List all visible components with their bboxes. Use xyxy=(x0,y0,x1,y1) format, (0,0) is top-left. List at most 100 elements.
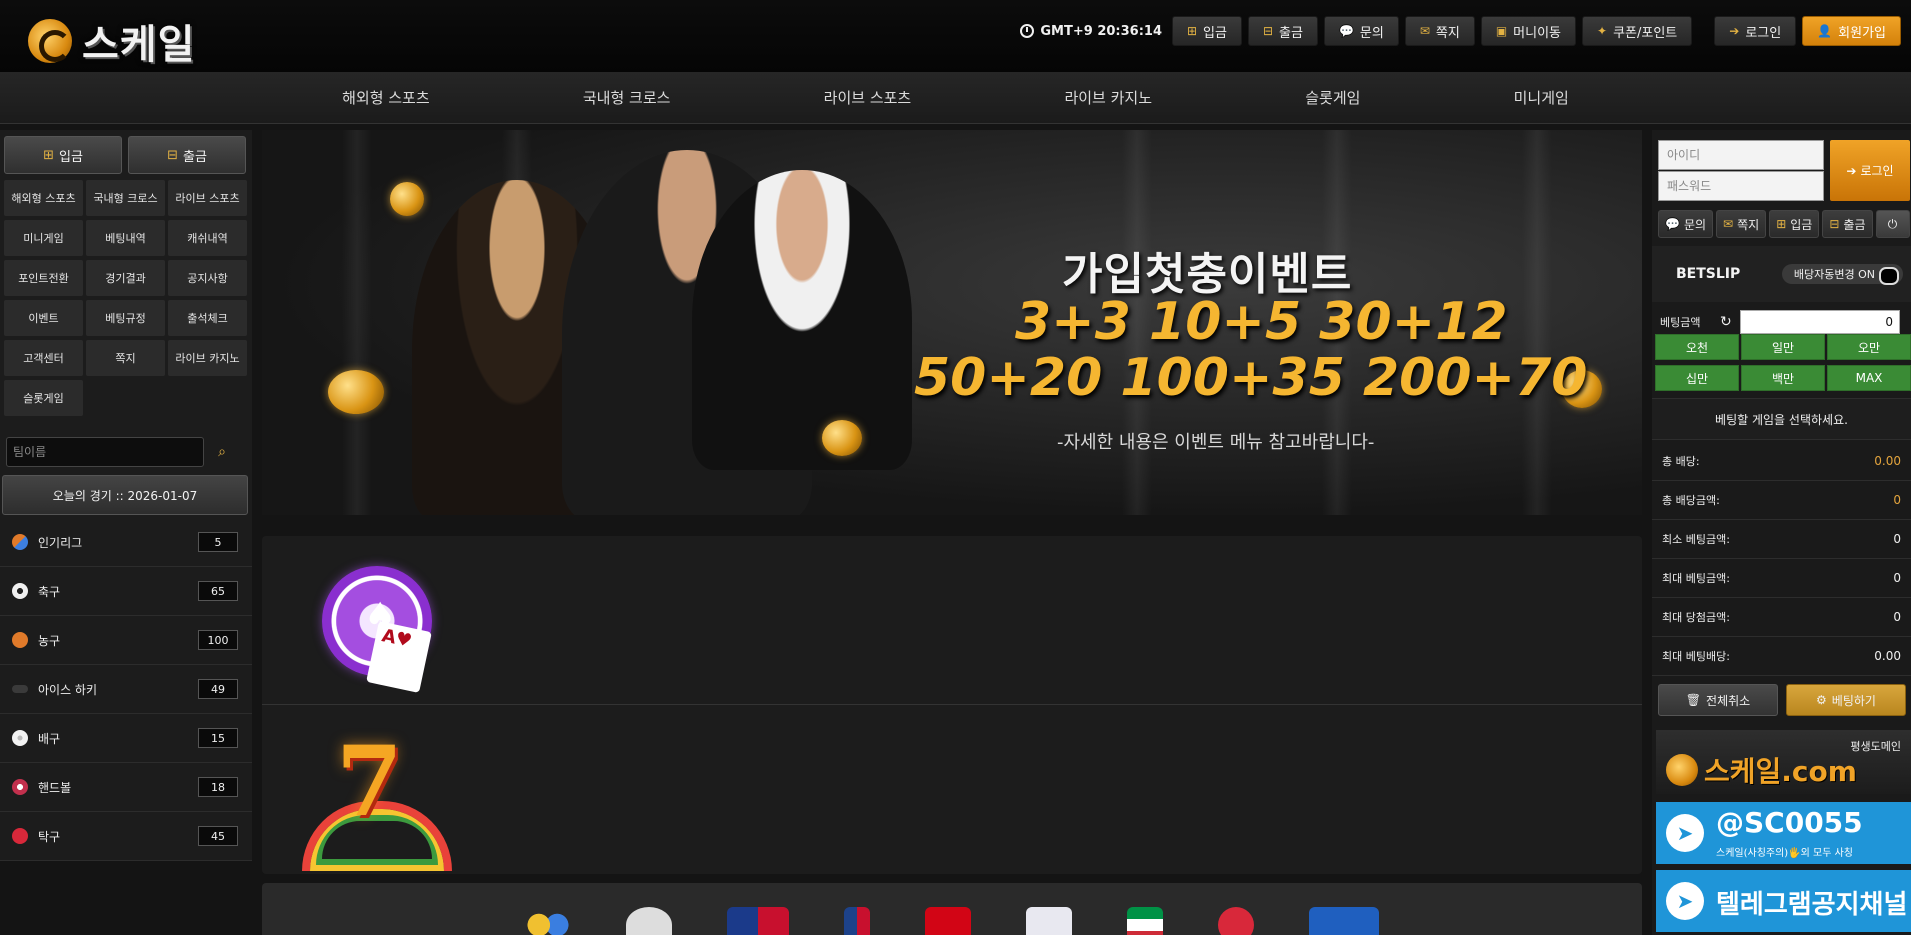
chat-icon: 💬 xyxy=(1338,24,1354,38)
nav-slot-game[interactable]: 슬롯게임 xyxy=(1285,87,1380,108)
league-item[interactable]: 아이스 하키 49 xyxy=(0,665,252,714)
league-count: 5 xyxy=(198,532,238,552)
withdraw-button[interactable]: ⊟ 출금 xyxy=(1822,210,1873,238)
header-login-button[interactable]: ➔ 로그인 xyxy=(1714,16,1797,46)
minus-square-icon: ⊟ xyxy=(1262,24,1274,38)
header-join-button[interactable]: 👤 회원가입 xyxy=(1802,16,1901,46)
header-withdraw-button[interactable]: ⊟ 출금 xyxy=(1247,16,1318,46)
sidebar-menu-item[interactable]: 국내형 크로스 xyxy=(86,180,165,216)
telegram-contact-banner[interactable]: ➤ @SC0055 스케일(사칭주의)🖐외 모두 사칭 xyxy=(1656,802,1911,864)
site-logo[interactable]: 스케일 xyxy=(28,12,195,70)
today-games-header[interactable]: 오늘의 경기 :: 2026-01-07 xyxy=(2,475,248,515)
search-icon[interactable]: ⌕ xyxy=(204,437,240,467)
sidebar-deposit-button[interactable]: ⊞ 입금 xyxy=(4,136,122,174)
soccer-ball-icon xyxy=(12,583,28,599)
game-category-panel: ♠ A♥ 7 xyxy=(262,536,1642,874)
event-banner[interactable]: 가입첫충이벤트 3+3 10+5 30+12 50+20 100+35 200+… xyxy=(262,130,1642,515)
telegram-channel-text: 텔레그램공지채널 xyxy=(1716,890,1908,920)
header-coupon-point-button[interactable]: ✦ 쿠폰/포인트 xyxy=(1582,16,1693,46)
inquiry-button[interactable]: 💬 문의 xyxy=(1658,210,1714,238)
league-item[interactable]: 인기리그 5 xyxy=(0,518,252,567)
auto-odds-toggle[interactable]: 배당자동변경 ON xyxy=(1781,264,1903,285)
league-item[interactable]: 축구 65 xyxy=(0,567,252,616)
header-message-button[interactable]: ✉ 쪽지 xyxy=(1404,16,1475,46)
refresh-icon[interactable]: ↻ xyxy=(1720,314,1740,330)
place-bet-button[interactable]: ⚙ 베팅하기 xyxy=(1786,684,1906,716)
league-count: 18 xyxy=(198,777,238,797)
sidebar-menu-item[interactable]: 공지사항 xyxy=(168,260,247,296)
hockey-puck-icon xyxy=(12,685,28,693)
soccer-balls-logo-icon[interactable] xyxy=(525,907,571,935)
casino-game-row[interactable]: ♠ A♥ xyxy=(262,536,1642,704)
nhl-logo-icon[interactable] xyxy=(626,907,672,935)
league-item[interactable]: 농구 100 xyxy=(0,616,252,665)
league-count: 15 xyxy=(198,728,238,748)
slot-game-row[interactable]: 7 xyxy=(262,704,1642,872)
amount-10000-button[interactable]: 일만 xyxy=(1741,334,1825,360)
league-item[interactable]: 배구 15 xyxy=(0,714,252,763)
message-button[interactable]: ✉ 쪽지 xyxy=(1716,210,1767,238)
power-icon[interactable]: ⏻ xyxy=(1875,210,1910,238)
sidebar-menu-item[interactable]: 쪽지 xyxy=(86,340,165,376)
header-inquiry-button[interactable]: 💬 문의 xyxy=(1323,16,1399,46)
cancel-all-button[interactable]: 🗑 전체취소 xyxy=(1658,684,1778,716)
nba-logo-icon[interactable] xyxy=(844,907,870,935)
domain-text: 스케일.com xyxy=(1704,755,1857,788)
sidebar-menu-item[interactable]: 캐쉬내역 xyxy=(168,220,247,256)
k-league-logo-icon[interactable] xyxy=(1218,907,1254,935)
deposit-button[interactable]: ⊞ 입금 xyxy=(1769,210,1820,238)
bet-amount-input[interactable]: 0 xyxy=(1740,310,1900,334)
sidebar-menu-item[interactable]: 베팅규정 xyxy=(86,300,165,336)
amount-50000-button[interactable]: 오만 xyxy=(1827,334,1911,360)
sidebar-menu-item[interactable]: 라이브 카지노 xyxy=(168,340,247,376)
sidebar-withdraw-button[interactable]: ⊟ 출금 xyxy=(128,136,246,174)
league-item[interactable]: 핸드볼 18 xyxy=(0,763,252,812)
max-bet-row: 최대 베팅금액: 0 xyxy=(1652,559,1911,598)
sidebar-menu-item[interactable]: 고객센터 xyxy=(4,340,83,376)
main-nav: 해외형 스포츠 국내형 크로스 라이브 스포츠 라이브 카지노 슬롯게임 미니게… xyxy=(0,72,1911,124)
playing-card-icon: A♥ xyxy=(366,621,432,693)
kbo-logo-icon[interactable] xyxy=(1309,907,1379,935)
clock-text: GMT+9 20:36:14 xyxy=(1040,23,1162,39)
sidebar-menu-item[interactable]: 경기결과 xyxy=(86,260,165,296)
amount-max-button[interactable]: MAX xyxy=(1827,365,1911,391)
money-icon: ▣ xyxy=(1495,24,1508,38)
header-money-transfer-button[interactable]: ▣ 머니이동 xyxy=(1480,16,1576,46)
bet-amount-label: 베팅금액 xyxy=(1660,316,1701,329)
nav-live-sports[interactable]: 라이브 스포츠 xyxy=(804,87,932,108)
nav-domestic-cross[interactable]: 국내형 크로스 xyxy=(563,87,691,108)
betslip-actions: 🗑 전체취소 ⚙ 베팅하기 xyxy=(1658,684,1906,716)
nav-live-casino[interactable]: 라이브 카지노 xyxy=(1044,87,1172,108)
amount-1000000-button[interactable]: 백만 xyxy=(1741,365,1825,391)
league-count: 100 xyxy=(198,630,238,650)
login-button[interactable]: ➔ 로그인 xyxy=(1830,140,1910,201)
nav-overseas-sports[interactable]: 해외형 스포츠 xyxy=(322,87,450,108)
amount-100000-button[interactable]: 십만 xyxy=(1655,365,1739,391)
password-input[interactable] xyxy=(1658,171,1824,201)
sidebar-menu-item[interactable]: 베팅내역 xyxy=(86,220,165,256)
banner-subtitle: -자세한 내용은 이벤트 메뉴 참고바랍니다- xyxy=(1057,432,1375,453)
serie-a-logo-icon[interactable] xyxy=(1127,907,1163,935)
user-icon: 👤 xyxy=(1817,24,1833,38)
amount-5000-button[interactable]: 오천 xyxy=(1655,334,1739,360)
header-deposit-button[interactable]: ⊞ 입금 xyxy=(1171,16,1242,46)
quick-amount-grid: 오천 일만 오만 십만 백만 MAX xyxy=(1655,334,1911,391)
minus-square-icon: ⊟ xyxy=(167,147,178,163)
team-search-input[interactable] xyxy=(6,437,204,467)
sidebar-menu-item[interactable]: 슬롯게임 xyxy=(4,380,83,416)
league-item[interactable]: 탁구 45 xyxy=(0,812,252,861)
user-id-input[interactable] xyxy=(1658,140,1824,170)
max-win-row: 최대 당첨금액: 0 xyxy=(1652,598,1911,637)
mlb-logo-icon[interactable] xyxy=(727,907,789,935)
sidebar-menu-item[interactable]: 이벤트 xyxy=(4,300,83,336)
sidebar-menu-item[interactable]: 라이브 스포츠 xyxy=(168,180,247,216)
telegram-notice-channel-banner[interactable]: ➤ 텔레그램공지채널 xyxy=(1656,870,1911,932)
nav-mini-game[interactable]: 미니게임 xyxy=(1494,87,1589,108)
permanent-domain-banner[interactable]: 평생도메인 스케일.com xyxy=(1656,730,1911,794)
bundesliga-logo-icon[interactable] xyxy=(925,907,971,935)
sidebar-menu-item[interactable]: 미니게임 xyxy=(4,220,83,256)
sidebar-menu-item[interactable]: 포인트전환 xyxy=(4,260,83,296)
sidebar-menu-item[interactable]: 출석체크 xyxy=(168,300,247,336)
premier-league-logo-icon[interactable] xyxy=(1026,907,1072,935)
sidebar-menu-item[interactable]: 해외형 스포츠 xyxy=(4,180,83,216)
